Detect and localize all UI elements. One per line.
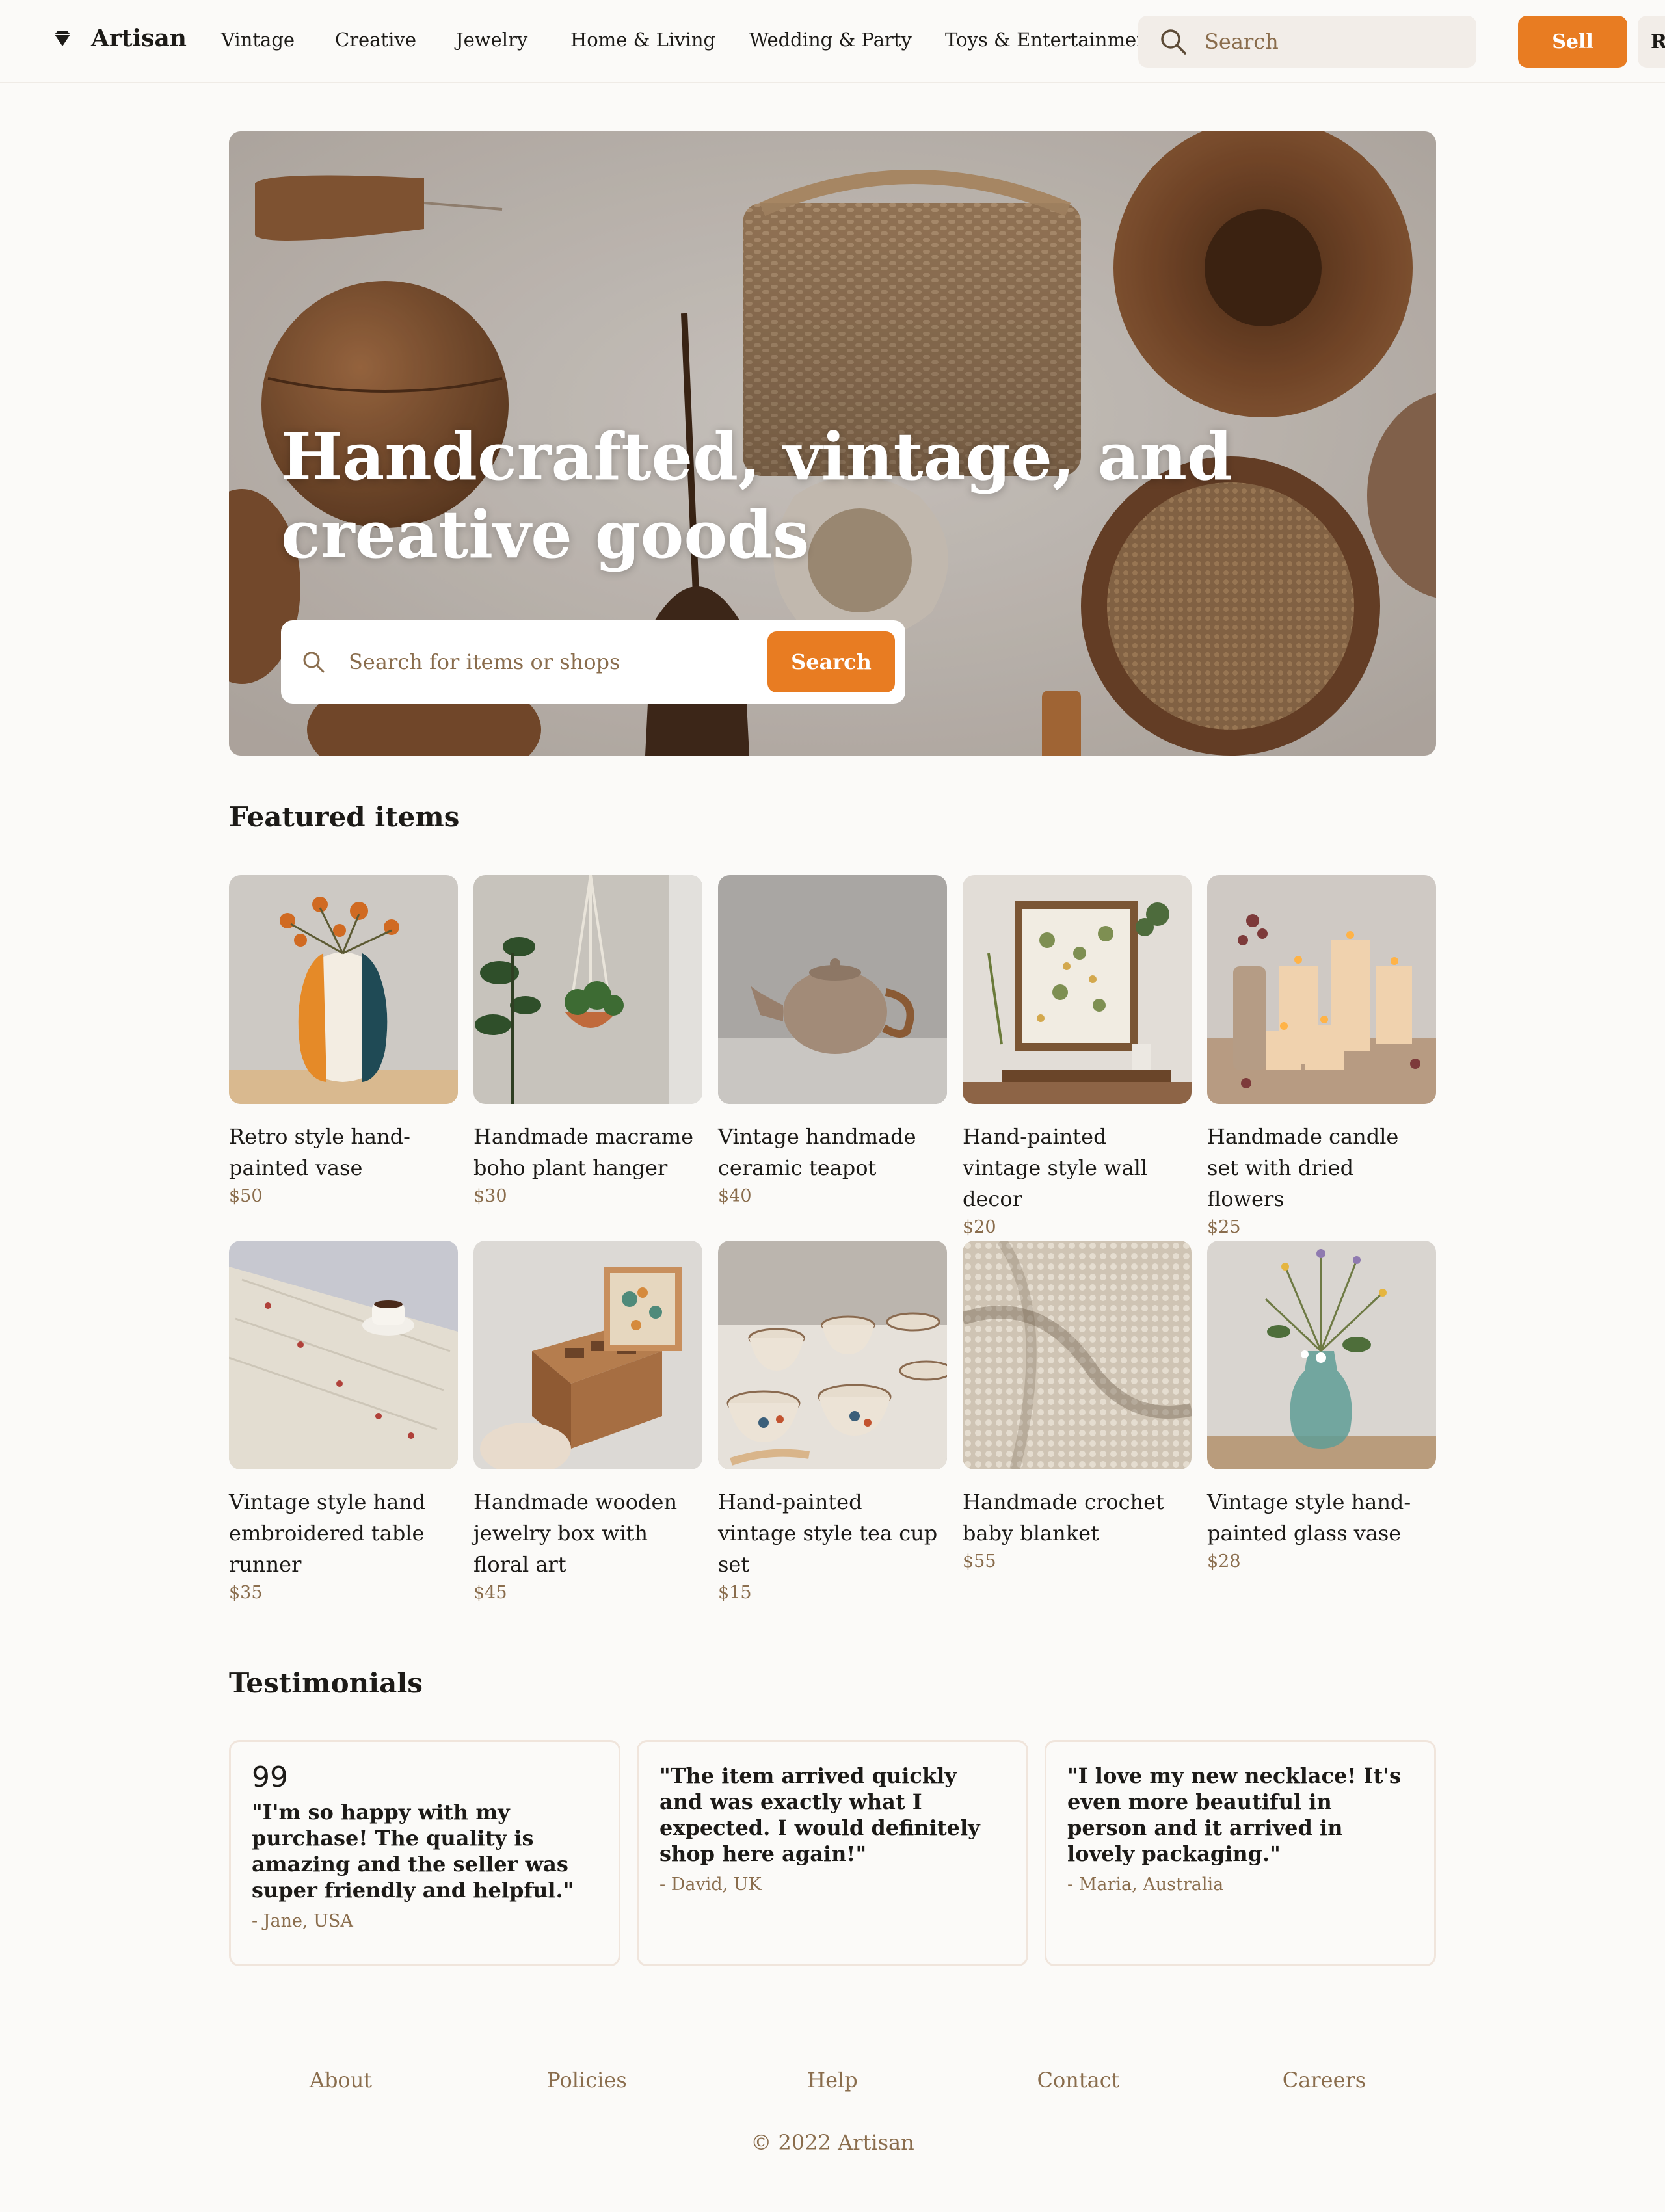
footer-link-policies[interactable]: Policies (464, 2068, 709, 2092)
footer-link-about[interactable]: About (219, 2068, 463, 2092)
hero-search-input[interactable]: Search for items or shops (349, 650, 767, 674)
testimonial-text: "The item arrived quickly and was exactl… (659, 1763, 980, 1866)
nav-link-toys-entertainment[interactable]: Toys & Entertainment (945, 29, 1156, 51)
quote-icon: 99 (252, 1761, 288, 1794)
testimonial-author: - Maria, Australia (1067, 1875, 1224, 1895)
nav-link-vintage[interactable]: Vintage (221, 29, 295, 51)
product-title[interactable]: Handmade wooden jewelry box with floral … (473, 1486, 702, 1580)
brand-logo[interactable]: Artisan (52, 25, 187, 52)
product-image-glass-vase[interactable] (1207, 1241, 1436, 1469)
search-icon (303, 652, 325, 673)
product-title[interactable]: Hand-painted vintage style tea cup set (718, 1486, 947, 1580)
testimonial-author: - David, UK (659, 1875, 762, 1895)
nav-link-creative[interactable]: Creative (335, 29, 416, 51)
product-image-crochet-blanket[interactable] (963, 1241, 1192, 1469)
product-image-plant-hanger[interactable] (473, 875, 702, 1104)
product-card[interactable]: Retro style hand-painted vase $50 (229, 875, 458, 1209)
header-search-placeholder: Search (1205, 29, 1279, 54)
nav-link-home-living[interactable]: Home & Living (570, 29, 715, 51)
product-image-candle-set[interactable] (1207, 875, 1436, 1104)
product-image-table-runner[interactable] (229, 1241, 458, 1469)
product-card[interactable]: Handmade macrame boho plant hanger $30 (473, 875, 702, 1209)
testimonial-text: "I love my new necklace! It's even more … (1067, 1763, 1402, 1866)
product-title[interactable]: Handmade crochet baby blanket (963, 1486, 1192, 1549)
testimonial-card: 99 "I'm so happy with my purchase! The q… (229, 1740, 620, 1966)
product-title[interactable]: Vintage handmade ceramic teapot (718, 1121, 947, 1183)
product-price: $28 (1207, 1551, 1241, 1572)
footer-link-contact[interactable]: Contact (956, 2068, 1201, 2092)
product-image-jewelry-box[interactable] (473, 1241, 702, 1469)
product-price: $45 (473, 1583, 507, 1603)
product-image-tea-cups[interactable] (718, 1241, 947, 1469)
testimonial-card: "The item arrived quickly and was exactl… (637, 1740, 1028, 1966)
product-card[interactable]: Vintage style hand-painted glass vase $2… (1207, 1241, 1436, 1575)
product-price: $20 (963, 1217, 996, 1237)
footer-link-careers[interactable]: Careers (1202, 2068, 1446, 2092)
search-icon (1161, 29, 1186, 55)
header-search-input[interactable]: Search (1138, 16, 1476, 68)
testimonial-card: "I love my new necklace! It's even more … (1045, 1740, 1436, 1966)
product-card[interactable]: Handmade wooden jewelry box with floral … (473, 1241, 702, 1606)
product-title[interactable]: Handmade macrame boho plant hanger (473, 1121, 702, 1183)
product-price: $40 (718, 1186, 752, 1206)
hero-search-button[interactable]: Search (767, 631, 895, 692)
product-image-vase[interactable] (229, 875, 458, 1104)
testimonial-text: "I'm so happy with my purchase! The qual… (252, 1800, 574, 1903)
product-card[interactable]: Hand-painted vintage style wall decor $2… (963, 875, 1192, 1241)
testimonial-author: - Jane, USA (252, 1911, 353, 1931)
testimonials-heading: Testimonials (229, 1667, 423, 1699)
nav-link-wedding-party[interactable]: Wedding & Party (749, 29, 912, 51)
product-title[interactable]: Vintage style hand embroidered table run… (229, 1486, 458, 1580)
product-image-wall-decor[interactable] (963, 875, 1192, 1104)
product-card[interactable]: Vintage style hand embroidered table run… (229, 1241, 458, 1606)
product-title[interactable]: Handmade candle set with dried flowers (1207, 1121, 1436, 1215)
product-title[interactable]: Hand-painted vintage style wall decor (963, 1121, 1192, 1215)
brand-name: Artisan (91, 25, 187, 52)
hero-banner: Handcrafted, vintage, and creative goods… (229, 131, 1436, 756)
product-title[interactable]: Vintage style hand-painted glass vase (1207, 1486, 1436, 1549)
footer-link-help[interactable]: Help (710, 2068, 955, 2092)
gem-icon (55, 31, 70, 46)
product-price: $35 (229, 1583, 263, 1603)
product-price: $50 (229, 1186, 263, 1206)
register-button[interactable]: R (1638, 16, 1665, 68)
top-nav: Artisan Vintage Creative Jewelry Home & … (0, 0, 1665, 83)
product-card[interactable]: Handmade candle set with dried flowers $… (1207, 875, 1436, 1241)
copyright-text: © 2022 Artisan (751, 2130, 914, 2155)
nav-link-jewelry[interactable]: Jewelry (456, 29, 527, 51)
sell-button[interactable]: Sell (1518, 16, 1627, 68)
product-price: $55 (963, 1551, 996, 1572)
product-price: $15 (718, 1583, 752, 1603)
product-price: $25 (1207, 1217, 1241, 1237)
product-title[interactable]: Retro style hand-painted vase (229, 1121, 458, 1183)
product-image-teapot[interactable] (718, 875, 947, 1104)
product-price: $30 (473, 1186, 507, 1206)
featured-items-heading: Featured items (229, 801, 460, 833)
product-card[interactable]: Handmade crochet baby blanket $55 (963, 1241, 1192, 1575)
hero-search-bar[interactable]: Search for items or shops Search (281, 620, 905, 704)
product-card[interactable]: Vintage handmade ceramic teapot $40 (718, 875, 947, 1209)
product-card[interactable]: Hand-painted vintage style tea cup set $… (718, 1241, 947, 1606)
hero-title: Handcrafted, vintage, and creative goods (281, 418, 1233, 573)
